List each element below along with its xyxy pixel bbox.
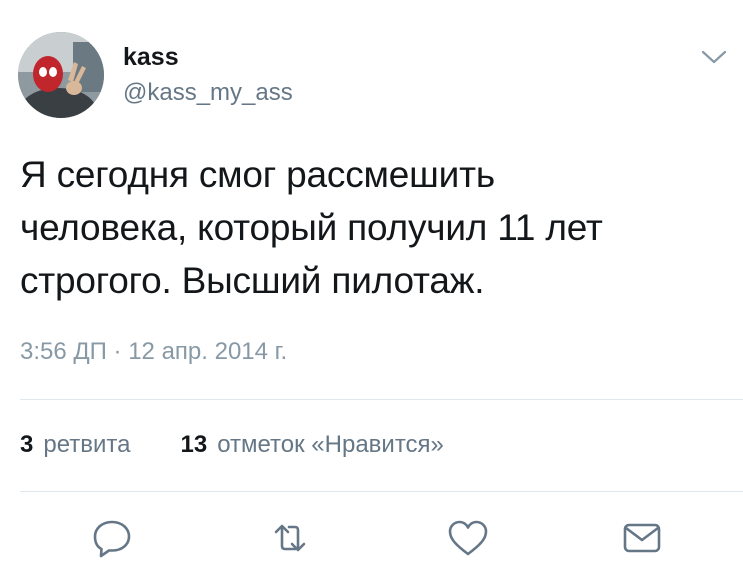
retweets-stat[interactable]: 3 ретвита [20, 430, 130, 460]
divider [20, 491, 743, 492]
avatar[interactable] [18, 32, 104, 118]
likes-stat[interactable]: 13 отметок «Нравится» [180, 430, 443, 460]
retweet-icon[interactable] [268, 516, 312, 560]
reply-icon[interactable] [90, 516, 134, 560]
user-handle[interactable]: @kass_my_ass [123, 78, 293, 108]
chevron-down-icon[interactable] [700, 47, 728, 67]
retweets-label: ретвита [43, 431, 131, 458]
envelope-icon[interactable] [620, 516, 664, 560]
avatar-image [18, 32, 104, 118]
heart-icon[interactable] [446, 516, 490, 560]
retweets-count: 3 [20, 431, 34, 458]
tweet-text: Я сегодня смог рассмешить человека, кото… [20, 154, 603, 301]
tweet-timestamp[interactable]: 3:56 ДП · 12 апр. 2014 г. [20, 337, 287, 367]
likes-label: отметок «Нравится» [217, 431, 444, 458]
likes-count: 13 [180, 431, 208, 458]
tweet-stats: 3 ретвита 13 отметок «Нравится» [20, 430, 444, 460]
display-name[interactable]: kass [123, 42, 179, 72]
divider [20, 399, 743, 400]
